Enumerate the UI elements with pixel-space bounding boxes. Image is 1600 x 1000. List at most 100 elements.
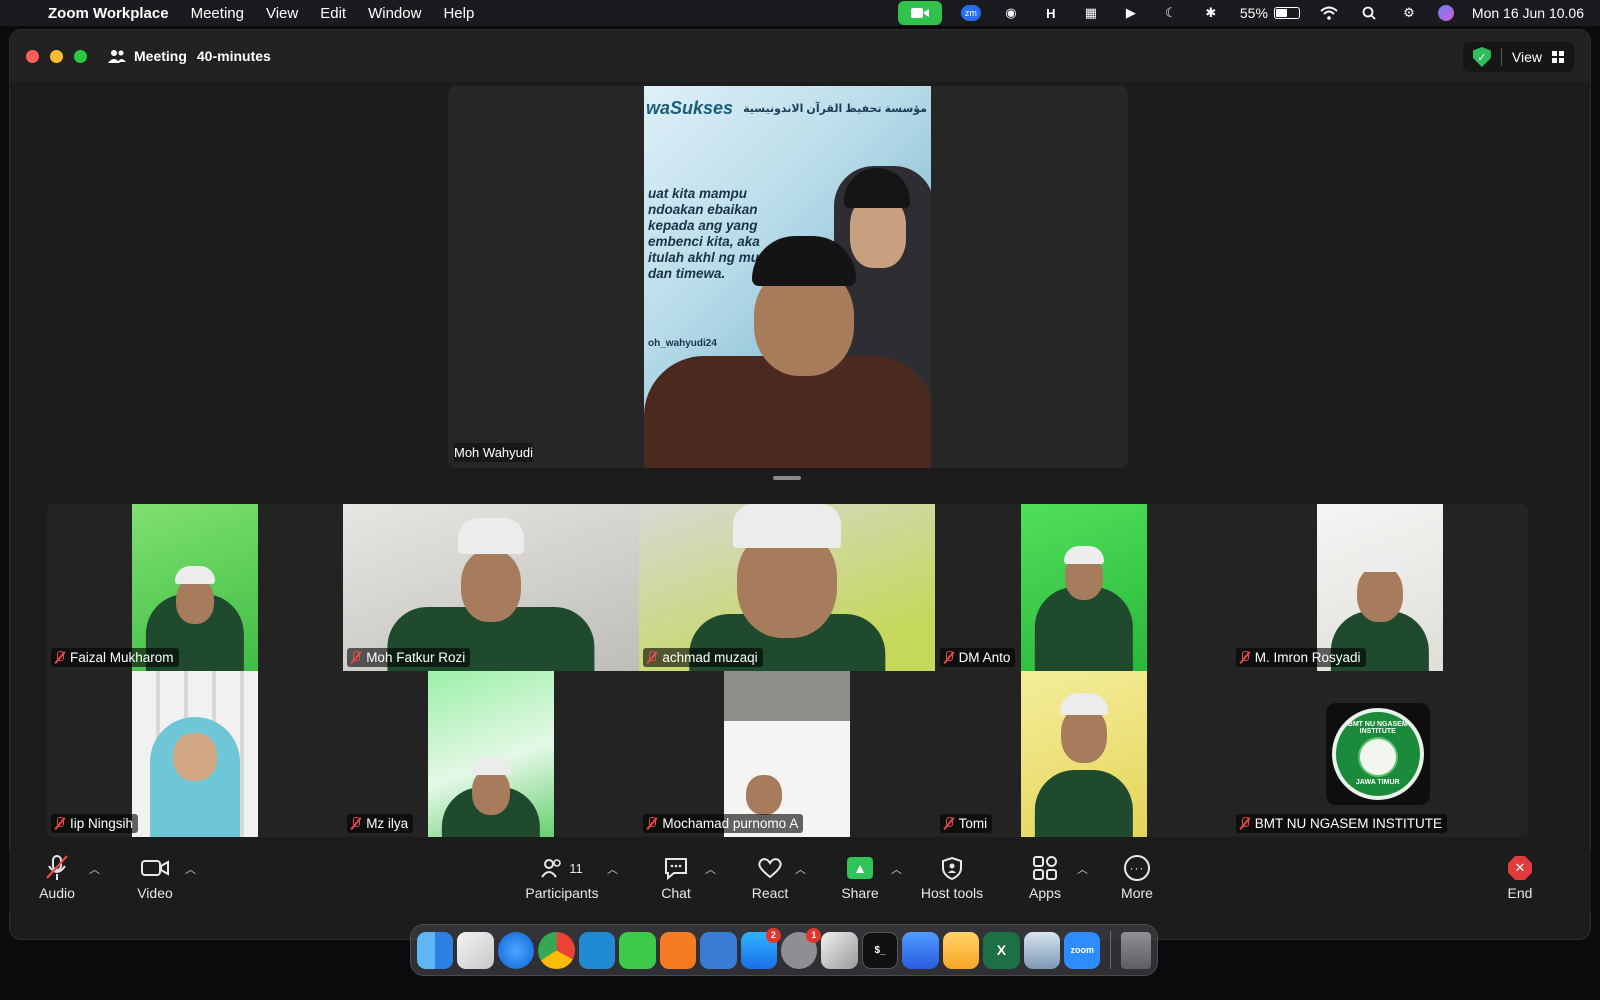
participant-tile[interactable]: DM Anto [935, 504, 1232, 671]
menu-meeting[interactable]: Meeting [191, 5, 244, 22]
share-button[interactable]: ▲ Share [835, 851, 885, 911]
video-options-caret-icon[interactable]: ︿ [185, 861, 196, 877]
window-manager-icon[interactable]: ▦ [1080, 3, 1102, 23]
participant-name-tag: Moh Fatkur Rozi [347, 647, 471, 667]
participant-tile[interactable]: M. Imron Rosyadi [1231, 504, 1528, 671]
preview-icon[interactable] [821, 931, 858, 969]
menu-window[interactable]: Window [368, 5, 421, 22]
security-shield-icon[interactable]: ✓ [1472, 47, 1491, 67]
apps-button[interactable]: Apps [1021, 851, 1069, 911]
control-center-icon[interactable]: ⚙ [1398, 3, 1420, 23]
view-button[interactable]: View [1512, 49, 1542, 65]
react-caret-icon[interactable]: ︿ [795, 861, 806, 877]
poster-logo: waSukses [646, 98, 734, 118]
numbers-icon[interactable] [619, 931, 656, 969]
zoom-camera-status-icon[interactable] [897, 1, 942, 25]
mic-muted-icon [1239, 650, 1251, 664]
gallery-grid-icon[interactable] [1552, 51, 1564, 63]
finder-icon[interactable] [417, 931, 454, 969]
participant-tile[interactable]: Faizal Mukharom [47, 504, 344, 671]
participant-tile[interactable]: Moh Fatkur Rozi [343, 504, 640, 671]
chrome-icon[interactable] [538, 931, 575, 969]
minimize-window-button[interactable] [50, 49, 63, 63]
excel-icon[interactable]: X [983, 931, 1020, 969]
bluetooth-icon[interactable]: ✱ [1200, 3, 1222, 23]
vscode-icon[interactable] [578, 931, 616, 969]
miniconda-icon[interactable] [942, 931, 980, 969]
participants-caret-icon[interactable]: ︿ [607, 861, 618, 877]
participant-tile[interactable]: Mz ilya [343, 670, 640, 837]
safari-icon[interactable] [497, 931, 535, 969]
spotlight-search-icon[interactable] [1358, 3, 1380, 23]
share-label: Share [841, 885, 879, 901]
mic-muted-icon [646, 650, 658, 664]
participants-button[interactable]: 11 Participants [521, 851, 603, 911]
host-tools-button[interactable]: Host tools [917, 851, 987, 911]
instruments-icon[interactable] [902, 931, 939, 969]
app-store-icon[interactable]: 2 [740, 927, 781, 969]
participant-video [1020, 670, 1147, 837]
participant-tile[interactable]: Mochamad purnomo A [639, 670, 936, 837]
trash-icon[interactable] [1121, 931, 1151, 969]
menu-view[interactable]: View [266, 5, 298, 22]
menu-edit[interactable]: Edit [320, 5, 346, 22]
participant-tile[interactable]: Tomi [935, 670, 1232, 837]
participant-cap [175, 566, 215, 584]
meeting-controls: Audio ︿ Video ︿ 11 Participants ︿ Chat ︿… [9, 851, 1591, 911]
react-button[interactable]: React [745, 851, 795, 911]
participant-tile[interactable]: Iip Ningsih [47, 670, 344, 837]
participant-figure [1034, 770, 1133, 837]
wifi-icon[interactable] [1318, 3, 1340, 23]
pages-icon[interactable] [659, 931, 697, 969]
mic-muted-icon [1239, 817, 1251, 830]
share-caret-icon[interactable]: ︿ [891, 861, 902, 877]
participant-tile[interactable]: BMT NU NGASEM INSTITUTE JAWA TIMUR BMT N… [1231, 670, 1528, 837]
end-label: End [1507, 885, 1533, 901]
mic-muted-icon [54, 817, 66, 830]
close-window-button[interactable] [26, 49, 39, 63]
play-icon[interactable]: ▶ [1120, 3, 1142, 23]
xcode-icon[interactable] [700, 931, 737, 969]
participant-name: Faizal Mukharom [70, 649, 174, 665]
status-area: zm ◉ H ▦ ▶ ☾ ✱ 55% ⚙ Mon 16 Jun 10.06 [897, 0, 1584, 26]
zoom-window-button[interactable] [74, 49, 87, 63]
mic-muted-icon [44, 851, 70, 885]
terminal-icon[interactable]: $_ [861, 931, 899, 969]
participant-name-tag: Tomi [939, 814, 993, 833]
menu-help[interactable]: Help [443, 5, 474, 22]
window-titlebar: Meeting 40-minutes ✓ View [10, 30, 1590, 82]
apps-caret-icon[interactable]: ︿ [1077, 861, 1088, 877]
launchpad-icon[interactable] [457, 931, 494, 969]
siri-icon[interactable] [1437, 5, 1454, 21]
chat-button[interactable]: Chat [651, 851, 701, 911]
battery-icon [1273, 7, 1300, 19]
more-button[interactable]: ··· More [1113, 851, 1161, 911]
participant-name-tag: Mz ilya [347, 814, 414, 833]
participant-name-tag: M. Imron Rosyadi [1235, 647, 1366, 667]
app-name-menu[interactable]: Zoom Workplace [48, 5, 169, 22]
participant-tile[interactable]: achmad muzaqi [639, 504, 936, 671]
video-button[interactable]: Video [129, 851, 181, 911]
audio-options-caret-icon[interactable]: ︿ [89, 861, 100, 877]
battery-percent: 55% [1239, 5, 1268, 21]
zoom-app-icon[interactable]: zoom [1064, 931, 1101, 969]
zoom-status-icon[interactable]: zm [960, 3, 982, 23]
screenshot-icon[interactable] [1023, 931, 1061, 969]
h-app-icon[interactable]: H [1040, 3, 1062, 23]
participant-face [173, 732, 217, 781]
participant-face [746, 774, 783, 815]
battery-indicator[interactable]: 55% [1240, 5, 1300, 21]
menu-clock[interactable]: Mon 16 Jun 10.06 [1472, 5, 1584, 21]
active-speaker-stage[interactable]: waSukses مؤسسة تحفيظ القرآن الاندونيسية … [448, 86, 1128, 468]
focus-moon-icon[interactable]: ☾ [1160, 3, 1182, 23]
poster-handle: oh_wahyudi24 [648, 338, 717, 349]
screen-record-icon[interactable]: ◉ [1000, 3, 1022, 23]
participant-face [176, 578, 214, 624]
system-settings-icon[interactable]: 1 [780, 927, 822, 969]
bmt-logo-top-text: BMT NU NGASEM INSTITUTE [1347, 721, 1408, 735]
end-meeting-button[interactable]: ✕ End [1497, 851, 1543, 911]
stage-resize-handle[interactable] [773, 476, 801, 480]
chat-caret-icon[interactable]: ︿ [705, 861, 716, 877]
audio-button[interactable]: Audio [31, 851, 83, 911]
participant-cap [471, 756, 512, 775]
